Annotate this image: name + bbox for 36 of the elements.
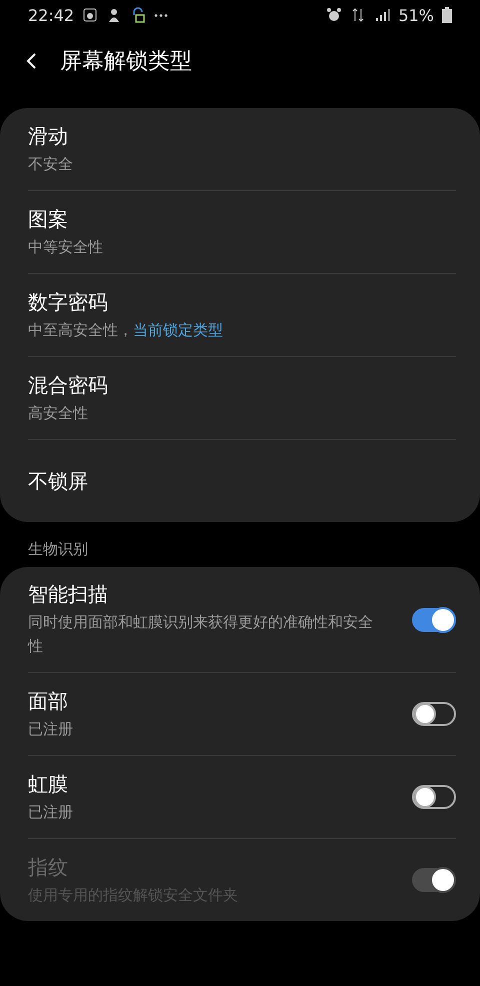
battery-percent: 51% bbox=[398, 6, 434, 24]
lock-type-title: 图案 bbox=[28, 206, 69, 232]
lock-type-item[interactable]: 图案 中等安全性 bbox=[28, 191, 456, 274]
lock-type-title: 不锁屏 bbox=[28, 468, 89, 494]
lock-type-item[interactable]: 混合密码 高安全性 bbox=[28, 357, 456, 440]
biometric-item[interactable]: 智能扫描 同时使用面部和虹膜识别来获得更好的准确性和安全性 bbox=[28, 567, 456, 673]
lock-type-subtitle: 不安全 bbox=[28, 154, 74, 174]
time: 22:42 bbox=[28, 6, 74, 24]
lock-type-item[interactable]: 滑动 不安全 bbox=[28, 108, 456, 191]
page-title: 屏幕解锁类型 bbox=[60, 48, 192, 76]
battery-icon bbox=[442, 7, 452, 23]
biometric-title: 面部 bbox=[28, 688, 69, 714]
toggle-switch[interactable] bbox=[412, 785, 456, 809]
biometric-item[interactable]: 面部 已注册 bbox=[28, 673, 456, 756]
lock-type-title: 数字密码 bbox=[28, 288, 109, 316]
biometric-title: 智能扫描 bbox=[28, 581, 109, 608]
toggle-switch[interactable] bbox=[412, 608, 456, 632]
biometric-item[interactable]: 虹膜 已注册 bbox=[28, 756, 456, 839]
biometric-title: 虹膜 bbox=[28, 770, 69, 798]
lock-type-subtitle: 高安全性 bbox=[28, 402, 89, 424]
signal-icon bbox=[374, 7, 390, 23]
more-icon bbox=[154, 14, 168, 16]
data-arrows-icon bbox=[350, 7, 366, 23]
biometric-subtitle: 已注册 bbox=[28, 802, 74, 822]
section-header: 生物识别 bbox=[27, 539, 89, 559]
biometric-subtitle: 已注册 bbox=[28, 718, 74, 740]
lock-type-item[interactable]: 不锁屏 bbox=[28, 440, 456, 522]
lock-type-title: 混合密码 bbox=[28, 372, 109, 398]
lock-type-title: 滑动 bbox=[28, 122, 69, 150]
biometric-title: 指纹 bbox=[28, 854, 69, 880]
lock-type-item[interactable]: 数字密码 中至高安全性，当前锁定类型 bbox=[28, 274, 456, 357]
toggle-switch[interactable] bbox=[412, 702, 456, 726]
lock-type-subtitle: 中至高安全性，当前锁定类型 bbox=[28, 320, 224, 340]
biometric-subtitle: 同时使用面部和虹膜识别来获得更好的准确性和安全性 bbox=[28, 612, 374, 657]
alarm-icon bbox=[326, 7, 342, 23]
lock-type-subtitle: 中等安全性 bbox=[28, 236, 104, 258]
